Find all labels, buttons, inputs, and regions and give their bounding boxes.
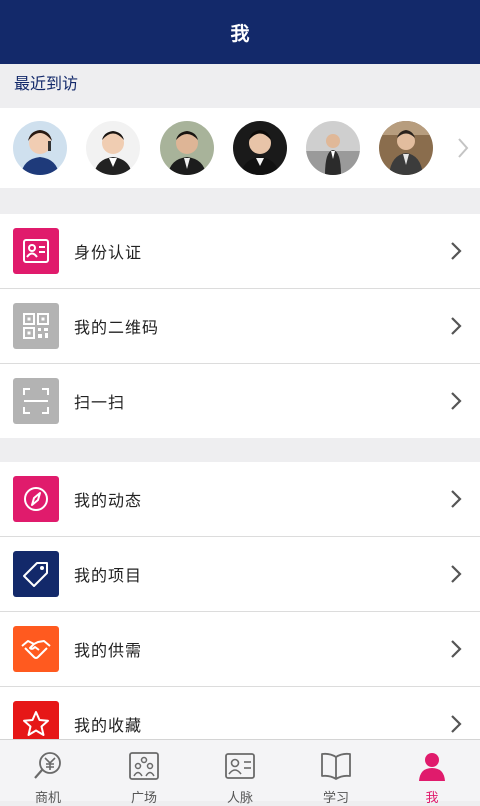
menu-label: 我的供需 bbox=[74, 641, 143, 660]
visitor-avatar-4[interactable] bbox=[233, 121, 287, 175]
book-icon bbox=[320, 751, 352, 785]
menu-label: 我的收藏 bbox=[74, 716, 143, 735]
menu-item-my-supply-demand[interactable]: 我的供需 bbox=[0, 612, 480, 687]
tag-icon bbox=[13, 551, 59, 597]
person-icon bbox=[416, 751, 448, 785]
visitor-avatar-6[interactable] bbox=[379, 121, 433, 175]
recent-visitors-label: 最近到访 bbox=[14, 74, 79, 93]
tab-label: 我 bbox=[425, 791, 439, 806]
bottom-tab-bar: 商机 广场 人脉 学习 我 bbox=[0, 739, 480, 806]
menu-item-my-projects[interactable]: 我的项目 bbox=[0, 537, 480, 612]
tab-business[interactable]: 商机 bbox=[0, 740, 96, 806]
chevron-right-icon bbox=[450, 564, 462, 588]
compass-icon bbox=[13, 476, 59, 522]
tab-label: 广场 bbox=[130, 791, 157, 806]
visitor-avatar-3[interactable] bbox=[160, 121, 214, 175]
menu-item-scan[interactable]: 扫一扫 bbox=[0, 364, 480, 438]
menu-label: 我的项目 bbox=[74, 566, 143, 585]
page-title: 我 bbox=[230, 22, 250, 45]
tab-label: 商机 bbox=[34, 791, 61, 806]
tab-plaza[interactable]: 广场 bbox=[96, 740, 192, 806]
contacts-icon bbox=[224, 751, 256, 785]
recent-visitors-row bbox=[0, 108, 480, 188]
menu-item-qr-code[interactable]: 我的二维码 bbox=[0, 289, 480, 364]
qr-code-icon bbox=[13, 303, 59, 349]
scan-icon bbox=[13, 378, 59, 424]
visitor-avatar-5[interactable] bbox=[306, 121, 360, 175]
visitor-avatar-1[interactable] bbox=[13, 121, 67, 175]
chevron-right-icon bbox=[450, 241, 462, 265]
menu-label: 我的动态 bbox=[74, 491, 143, 510]
tab-label: 人脉 bbox=[226, 791, 253, 806]
page-header: 我 bbox=[0, 0, 480, 64]
business-icon bbox=[32, 751, 64, 785]
menu-item-identity[interactable]: 身份认证 bbox=[0, 214, 480, 289]
tab-learning[interactable]: 学习 bbox=[288, 740, 384, 806]
chevron-right-icon bbox=[450, 639, 462, 663]
menu-group-account: 身份认证 我的二维码 扫一扫 bbox=[0, 214, 480, 438]
menu-label: 扫一扫 bbox=[74, 393, 126, 412]
tab-me[interactable]: 我 bbox=[384, 740, 480, 806]
chevron-right-icon bbox=[450, 391, 462, 415]
tab-label: 学习 bbox=[322, 791, 349, 806]
id-card-icon bbox=[13, 228, 59, 274]
chevron-right-icon bbox=[450, 489, 462, 513]
plaza-icon bbox=[128, 751, 160, 785]
menu-label: 我的二维码 bbox=[74, 318, 160, 337]
tab-contacts[interactable]: 人脉 bbox=[192, 740, 288, 806]
chevron-right-icon bbox=[450, 316, 462, 340]
menu-group-personal: 我的动态 我的项目 我的供需 我的收藏 bbox=[0, 462, 480, 761]
visitors-more-chevron-icon[interactable] bbox=[456, 136, 470, 164]
menu-label: 身份认证 bbox=[74, 243, 143, 262]
menu-item-my-updates[interactable]: 我的动态 bbox=[0, 462, 480, 537]
visitor-avatar-2[interactable] bbox=[86, 121, 140, 175]
chevron-right-icon bbox=[450, 714, 462, 738]
handshake-icon bbox=[13, 626, 59, 672]
